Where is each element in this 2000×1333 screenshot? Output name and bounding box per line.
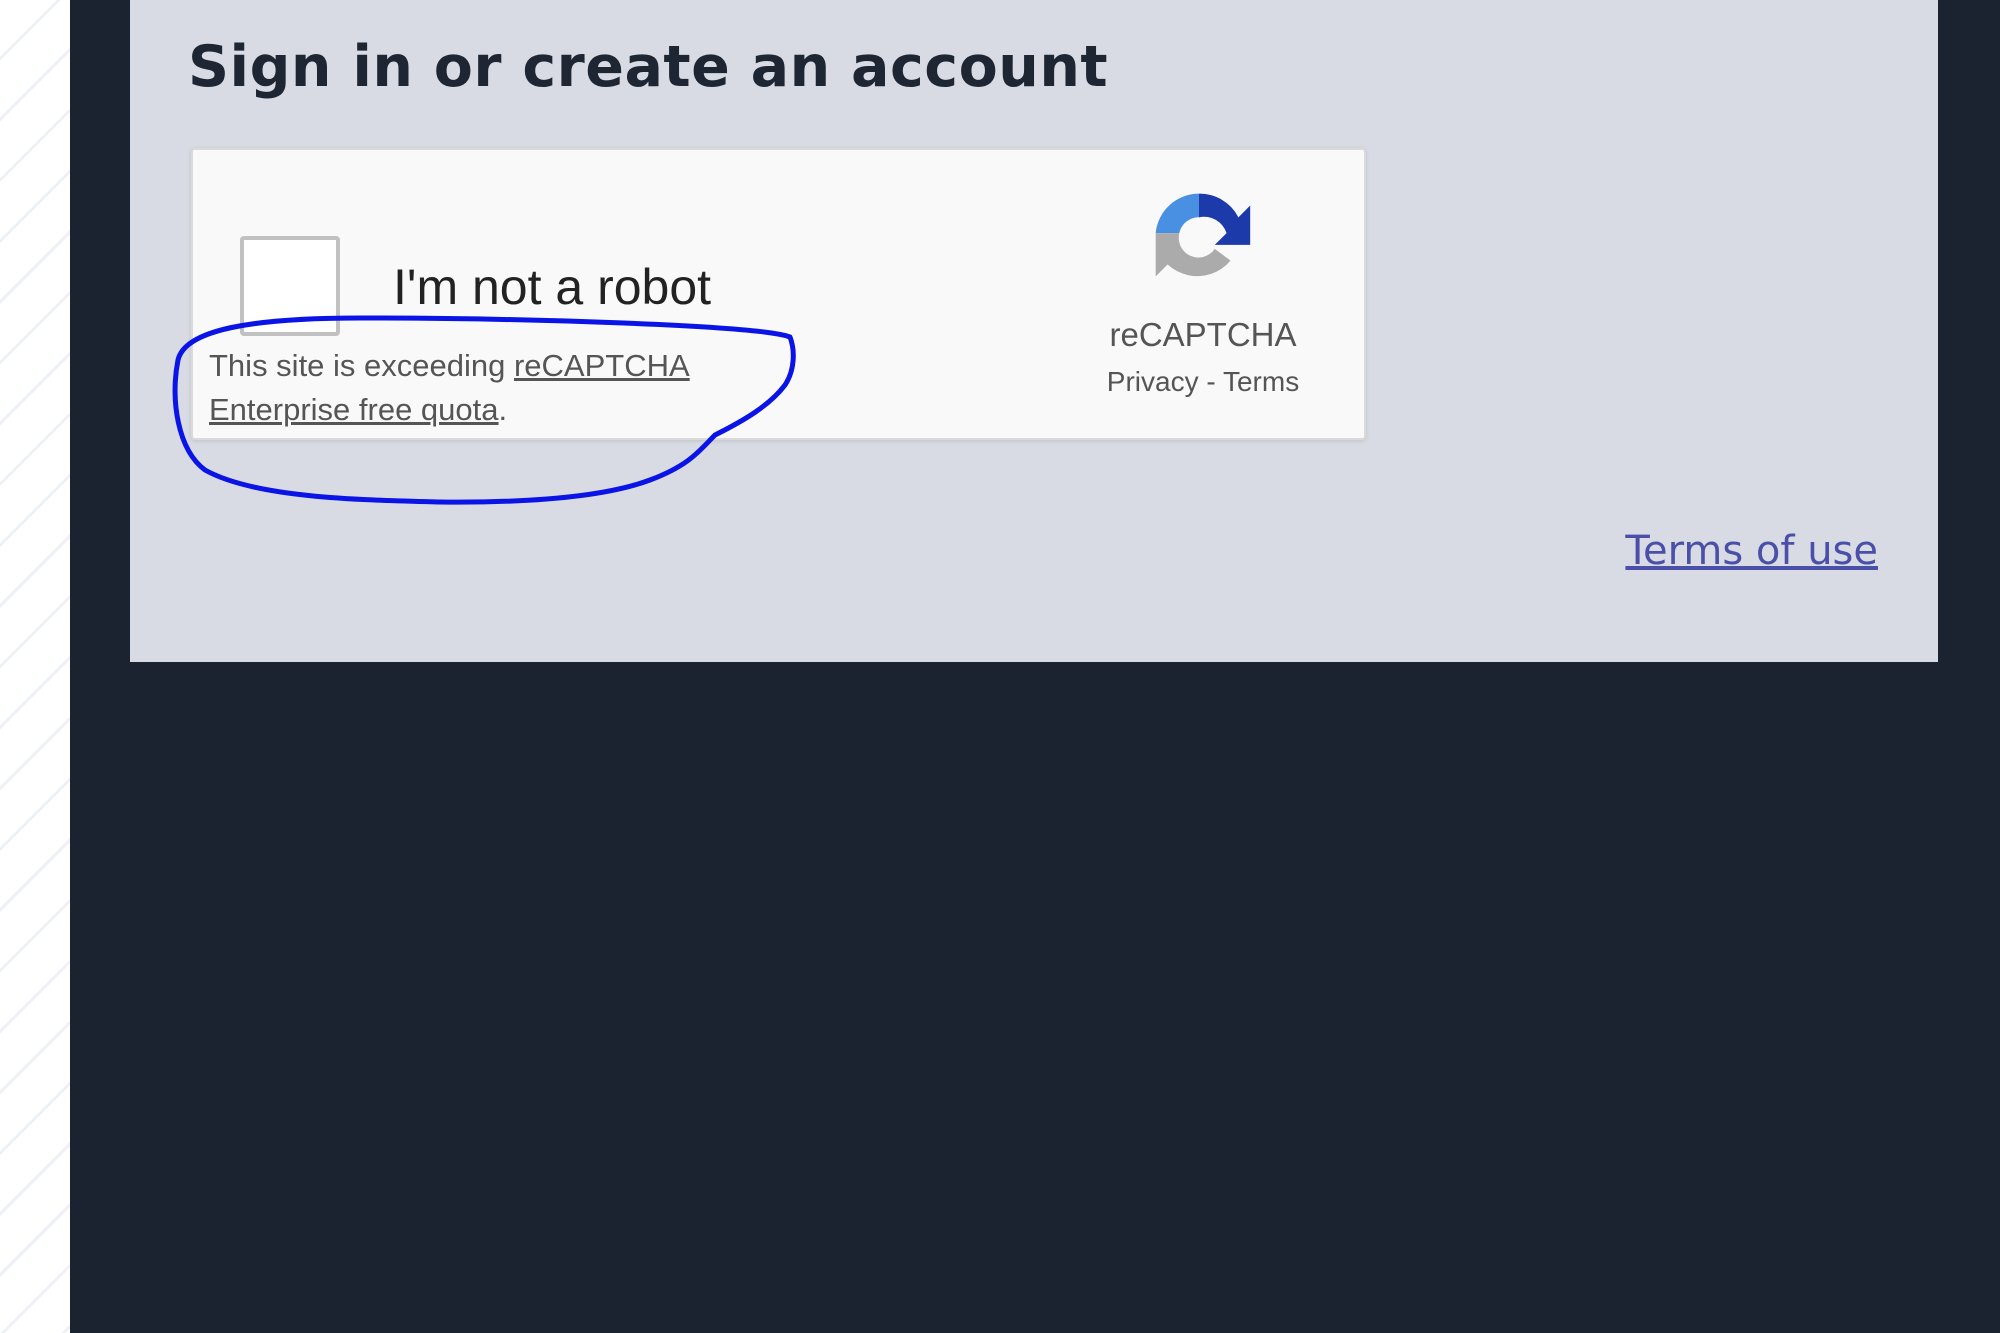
quota-message-suffix: . bbox=[498, 392, 508, 427]
not-a-robot-checkbox[interactable] bbox=[240, 236, 340, 336]
privacy-link[interactable]: Privacy bbox=[1107, 366, 1199, 397]
quota-link-line2[interactable]: Enterprise free quota bbox=[209, 392, 499, 427]
terms-link[interactable]: Terms bbox=[1223, 366, 1299, 397]
recaptcha-links: Privacy - Terms bbox=[1063, 366, 1343, 398]
recaptcha-widget: I'm not a robot This site is exceeding r… bbox=[191, 148, 1366, 440]
quota-message-prefix: This site is exceeding bbox=[209, 348, 514, 383]
quota-warning: This site is exceeding reCAPTCHA Enterpr… bbox=[209, 344, 690, 432]
quota-link-line1[interactable]: reCAPTCHA bbox=[514, 348, 690, 383]
screenshot-stage: Sign in or create an account I'm not a r… bbox=[0, 0, 2000, 1333]
sign-in-panel: Sign in or create an account I'm not a r… bbox=[130, 0, 1938, 662]
recaptcha-logo-icon bbox=[1155, 193, 1251, 277]
checkbox-label: I'm not a robot bbox=[393, 259, 712, 315]
recaptcha-brand: reCAPTCHA bbox=[1109, 316, 1297, 353]
left-striped-strip bbox=[0, 0, 70, 1333]
page-title: Sign in or create an account bbox=[188, 34, 1109, 100]
links-separator: - bbox=[1198, 366, 1223, 397]
terms-of-use-link[interactable]: Terms of use bbox=[1625, 528, 1878, 574]
